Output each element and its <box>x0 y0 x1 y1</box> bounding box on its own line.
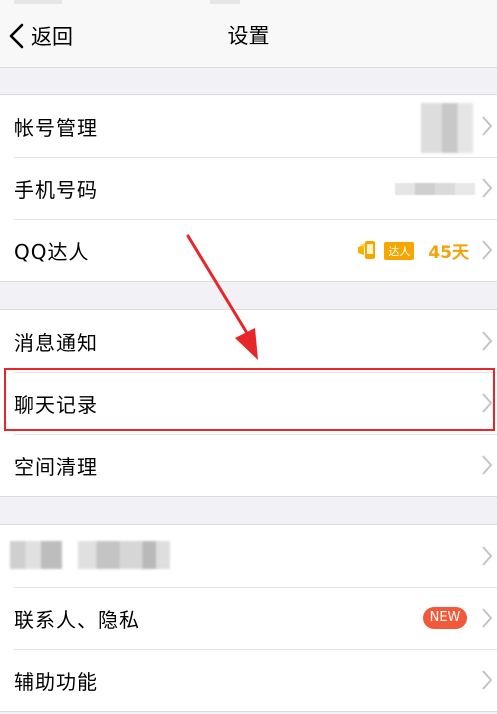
settings-item-contacts-privacy[interactable]: 联系人、隐私 NEW <box>0 587 497 649</box>
blurred-label <box>10 541 62 569</box>
status-bar-fragment <box>210 0 240 4</box>
settings-item-label: 手机号码 <box>14 177 98 202</box>
chevron-right-icon <box>482 608 493 628</box>
settings-item-qq-daren[interactable]: QQ达人 达人 45天 <box>0 219 497 281</box>
settings-item-label: 辅助功能 <box>14 669 98 694</box>
chevron-right-icon <box>482 455 493 475</box>
settings-item-label: 帐号管理 <box>14 115 98 140</box>
nav-bar: 返回 设置 <box>0 0 497 68</box>
chevron-right-icon <box>482 178 493 198</box>
winged-phone-icon <box>358 240 376 259</box>
qq-daren-badge: 达人 <box>356 239 422 263</box>
status-bar-fragment <box>14 0 62 4</box>
settings-item-label: QQ达人 <box>14 239 90 264</box>
blurred-phone-value <box>395 183 475 195</box>
settings-item-label: 空间清理 <box>14 454 98 479</box>
qq-daren-days: 45天 <box>428 243 469 263</box>
chevron-right-icon <box>482 116 493 136</box>
settings-item-label: 消息通知 <box>14 330 98 355</box>
new-badge: NEW <box>423 607 467 629</box>
blurred-label <box>78 541 170 569</box>
qq-daren-tag: 达人 <box>384 241 415 260</box>
settings-item-notifications[interactable]: 消息通知 <box>0 310 497 372</box>
blurred-avatar <box>421 103 473 153</box>
chevron-right-icon <box>482 331 493 351</box>
chevron-right-icon <box>482 670 493 690</box>
settings-item-account-management[interactable]: 帐号管理 <box>0 95 497 157</box>
settings-group-general: 消息通知 聊天记录 空间清理 <box>0 309 497 497</box>
chevron-right-icon <box>482 393 493 413</box>
settings-item-blurred[interactable] <box>0 525 497 587</box>
settings-item-chat-history[interactable]: 聊天记录 <box>0 372 497 434</box>
qq-daren-status: 达人 45天 <box>356 238 469 263</box>
settings-group-privacy: 联系人、隐私 NEW 辅助功能 <box>0 524 497 712</box>
settings-item-accessibility[interactable]: 辅助功能 <box>0 649 497 711</box>
chevron-right-icon <box>482 240 493 260</box>
settings-item-storage-cleanup[interactable]: 空间清理 <box>0 434 497 496</box>
page-title: 设置 <box>227 24 270 48</box>
chevron-right-icon <box>482 546 493 566</box>
settings-group-account: 帐号管理 手机号码 QQ达人 达人 45天 <box>0 94 497 282</box>
settings-item-label: 联系人、隐私 <box>14 607 140 632</box>
settings-item-phone-number[interactable]: 手机号码 <box>0 157 497 219</box>
settings-item-label: 聊天记录 <box>14 392 98 417</box>
